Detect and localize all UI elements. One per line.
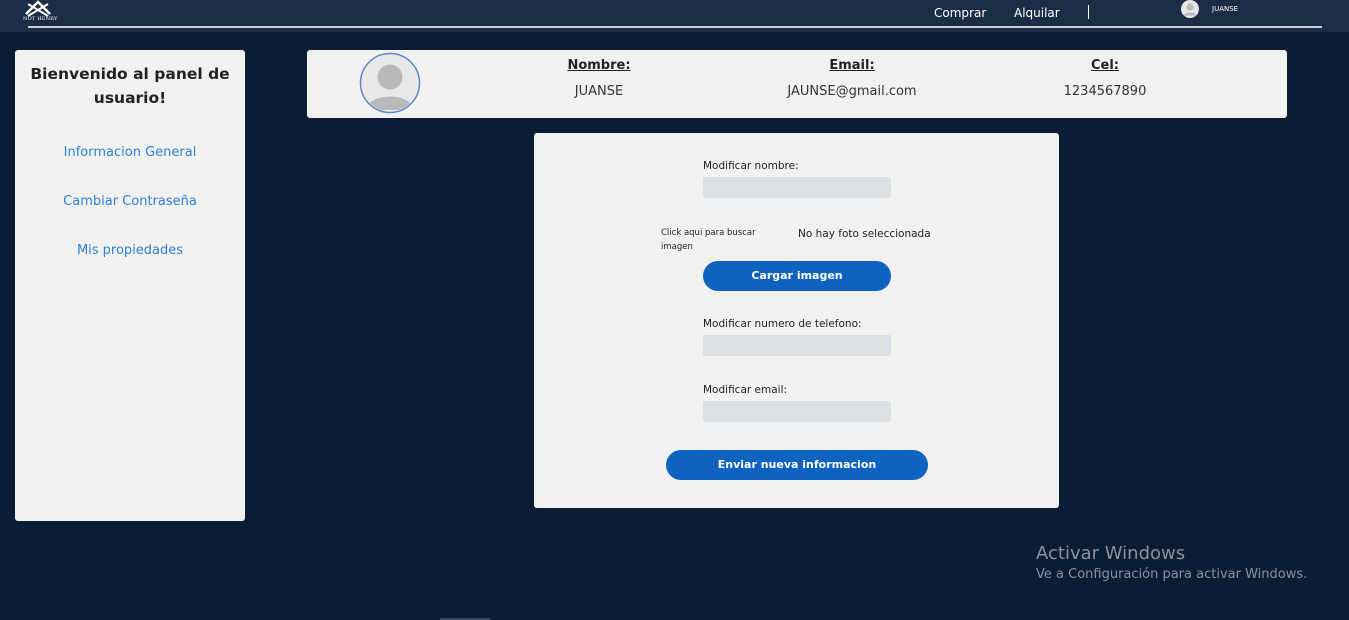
logo-text: NOT HENRY xyxy=(23,16,58,22)
sidebar-item-informacion-general[interactable]: Informacion General xyxy=(15,145,245,160)
phone-input[interactable] xyxy=(703,335,891,356)
user-avatar-icon[interactable] xyxy=(1181,0,1199,18)
name-input[interactable] xyxy=(703,177,891,198)
phone-field-label: Modificar numero de telefono: xyxy=(703,318,862,330)
profile-cel-value: 1234567890 xyxy=(1063,84,1147,99)
profile-email-value: JAUNSE@gmail.com xyxy=(787,84,917,99)
profile-name-label: Nombre: xyxy=(567,58,631,73)
windows-activation-title: Activar Windows xyxy=(1036,543,1186,564)
nav-link-alquilar[interactable]: Alquilar xyxy=(1014,6,1060,20)
navbar-underline xyxy=(28,26,1322,28)
profile-avatar-icon xyxy=(359,52,421,114)
submit-info-button[interactable]: Enviar nueva informacion xyxy=(666,450,928,480)
sidebar-title: Bienvenido al panel de usuario! xyxy=(30,65,230,107)
image-status-text: No hay foto seleccionada xyxy=(798,228,931,240)
name-field-label: Modificar nombre: xyxy=(703,160,799,172)
profile-cel-label: Cel: xyxy=(1090,58,1119,73)
top-navbar: NOT HENRY Comprar Alquilar JUANSE xyxy=(0,0,1349,32)
upload-image-button[interactable]: Cargar imagen xyxy=(703,261,891,291)
email-input[interactable] xyxy=(703,401,891,422)
profile-email-column: Email: JAUNSE@gmail.com xyxy=(762,58,942,99)
nav-divider xyxy=(1088,5,1089,19)
email-field-label: Modificar email: xyxy=(703,384,788,396)
sidebar-panel: Bienvenido al panel de usuario! Informac… xyxy=(15,50,245,521)
nav-username[interactable]: JUANSE xyxy=(1212,5,1238,13)
sidebar-item-mis-propiedades[interactable]: Mis propiedades xyxy=(15,243,245,258)
profile-name-column: Nombre: JUANSE xyxy=(539,58,659,99)
profile-summary-card: Nombre: JUANSE Email: JAUNSE@gmail.com C… xyxy=(307,50,1287,118)
sidebar-item-cambiar-contrasena[interactable]: Cambiar Contraseña xyxy=(15,194,245,209)
profile-name-value: JUANSE xyxy=(574,84,624,99)
image-file-picker[interactable]: Click aqui para buscar imagen xyxy=(661,226,773,254)
profile-email-label: Email: xyxy=(829,58,875,73)
edit-profile-form: Modificar nombre: Click aqui para buscar… xyxy=(534,133,1059,508)
windows-activation-subtitle: Ve a Configuración para activar Windows. xyxy=(1036,567,1308,582)
profile-cel-column: Cel: 1234567890 xyxy=(1035,58,1175,99)
nav-link-comprar[interactable]: Comprar xyxy=(934,6,986,20)
